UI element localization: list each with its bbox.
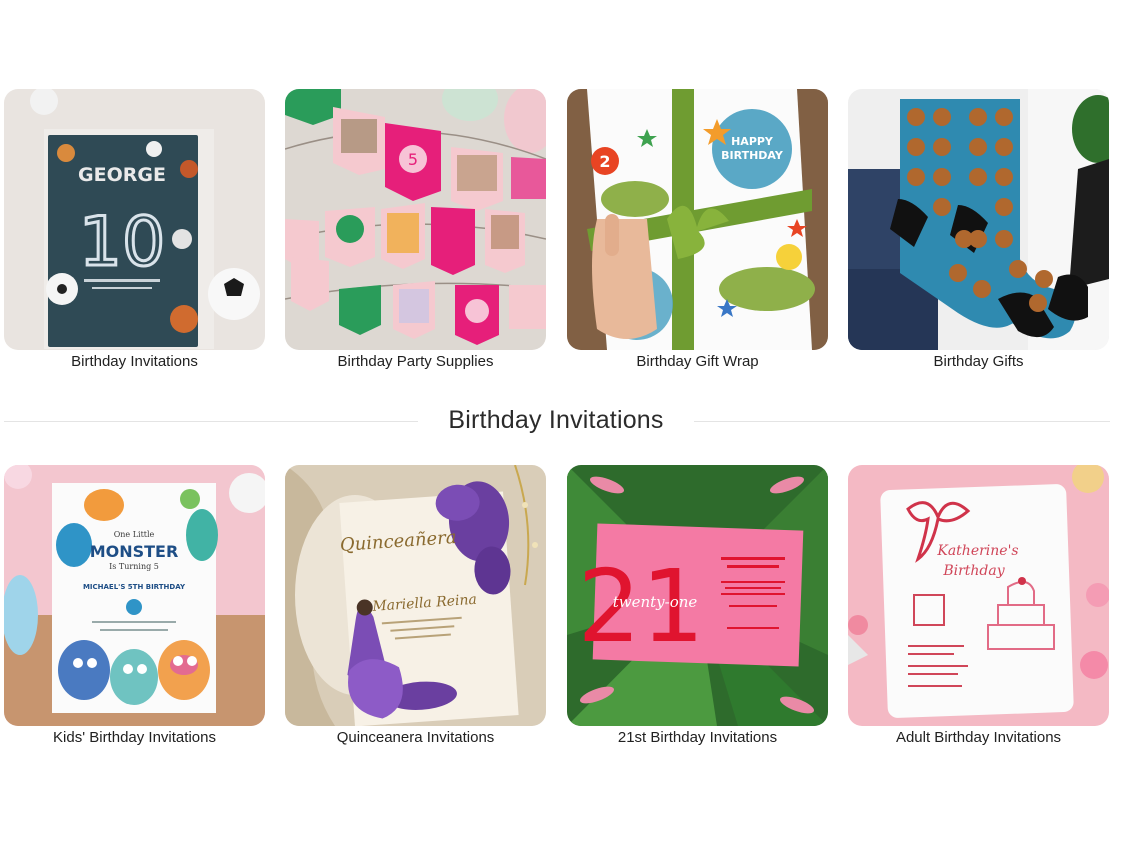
category-label: Birthday Gifts <box>933 353 1024 370</box>
category-tile-adult-birthday-invitations[interactable]: Katherine's Birthday Adult Birthday Invi… <box>848 465 1109 747</box>
section-heading: Birthday Invitations <box>448 406 664 434</box>
category-label: Adult Birthday Invitations <box>895 729 1062 746</box>
svg-text:twenty-one: twenty-one <box>613 593 698 611</box>
adult-birthday-invitations-image: Katherine's Birthday <box>848 465 1109 726</box>
section-divider: Birthday Invitations <box>4 404 1110 440</box>
svg-text:Birthday: Birthday <box>942 563 1005 579</box>
divider-line-left <box>4 421 418 422</box>
category-tile-quinceanera-invitations[interactable]: Quinceañera Mariella Reina Quinceanera I… <box>285 465 546 747</box>
21st-birthday-invitations-image: 21 twenty-one <box>567 465 828 726</box>
category-tile-21st-birthday-invitations[interactable]: 21 twenty-one 21st Birthday Invitations <box>567 465 828 747</box>
category-tile-birthday-gifts[interactable]: Birthday Gifts <box>848 89 1109 371</box>
category-tile-birthday-invitations[interactable]: GEORGE 10 Birthday Invitations <box>4 89 265 371</box>
svg-text:5: 5 <box>408 150 418 169</box>
category-tile-kids-birthday-invitations[interactable]: One Little MONSTER Is Turning 5 MICHAEL'… <box>4 465 265 747</box>
divider-line-right <box>694 421 1110 422</box>
birthday-gift-wrap-image: HAPPY BIRTHDAY 2 <box>567 89 828 350</box>
svg-text:HAPPY: HAPPY <box>731 135 774 148</box>
svg-text:Katherine's: Katherine's <box>936 543 1018 559</box>
category-tile-birthday-gift-wrap[interactable]: HAPPY BIRTHDAY 2 Birthday Gift Wrap <box>567 89 828 371</box>
category-label: Birthday Party Supplies <box>337 353 494 370</box>
kids-birthday-invitations-image: One Little MONSTER Is Turning 5 MICHAEL'… <box>4 465 265 726</box>
quinceanera-invitations-image: Quinceañera Mariella Reina <box>285 465 546 726</box>
svg-text:BIRTHDAY: BIRTHDAY <box>721 149 784 162</box>
category-label: Kids' Birthday Invitations <box>53 729 216 746</box>
svg-text:One Little: One Little <box>114 530 155 539</box>
svg-text:GEORGE: GEORGE <box>78 164 166 186</box>
birthday-invitations-image: GEORGE 10 <box>4 89 265 350</box>
svg-text:MICHAEL'S 5TH BIRTHDAY: MICHAEL'S 5TH BIRTHDAY <box>83 583 186 591</box>
birthday-party-supplies-image: 5 <box>285 89 546 350</box>
birthday-gifts-image <box>848 89 1109 350</box>
svg-text:MONSTER: MONSTER <box>90 542 179 561</box>
svg-text:10: 10 <box>79 203 166 282</box>
category-label: Birthday Invitations <box>71 353 198 370</box>
category-label: 21st Birthday Invitations <box>617 729 778 746</box>
category-tile-birthday-party-supplies[interactable]: 5 Birthday Party Supplies <box>285 89 546 371</box>
category-label: Quinceanera Invitations <box>336 729 495 746</box>
category-label: Birthday Gift Wrap <box>636 353 759 370</box>
svg-text:2: 2 <box>599 152 610 171</box>
svg-text:Is Turning 5: Is Turning 5 <box>109 562 159 571</box>
